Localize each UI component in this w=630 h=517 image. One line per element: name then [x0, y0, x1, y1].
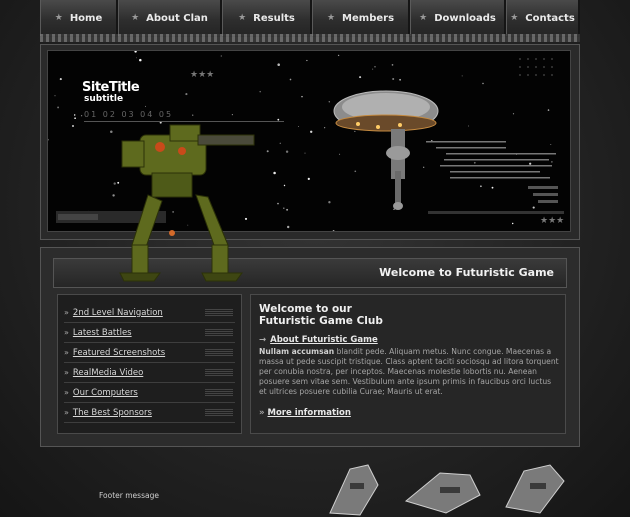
sidebar-item-link[interactable]: RealMedia Video	[73, 368, 143, 378]
content-heading-line1: Welcome to our	[259, 303, 352, 315]
decorative-lines	[205, 309, 233, 316]
star-icon: ★	[54, 13, 63, 23]
more-information-label: More information	[267, 408, 351, 418]
more-information-link[interactable]: » More information	[259, 408, 351, 418]
secondary-nav-panel: » 2nd Level Navigation » Latest Battles » Fea…	[57, 294, 242, 434]
spaceships-image	[329, 464, 565, 516]
nav-item-about-clan[interactable]: ★ About Clan	[118, 0, 222, 36]
sidebar-item-our-computers[interactable]: » Our Computers	[64, 383, 235, 403]
nav-item-home[interactable]: ★ Home	[40, 0, 118, 36]
content-heading-line2: Futuristic Game Club	[259, 315, 383, 327]
mech-robot-image	[119, 124, 255, 282]
decorative-lines	[205, 389, 233, 396]
page: ★ Home ★ About Clan ★ Results ★ Members ★ Downloa…	[0, 0, 630, 517]
sidebar-item-link[interactable]: Featured Screenshots	[73, 348, 165, 358]
content-body: Nullam accumsan blandit pede. Aliquam me…	[259, 347, 561, 397]
sidebar-item-featured-screenshots[interactable]: » Featured Screenshots	[64, 343, 235, 363]
site-title[interactable]: SiteTitle	[82, 80, 140, 95]
nav-item-label: Results	[253, 12, 295, 24]
about-game-link[interactable]: → About Futuristic Game	[259, 335, 378, 345]
site-subtitle: subtitle	[84, 94, 124, 104]
about-game-link-label: About Futuristic Game	[270, 335, 378, 345]
double-chevron-icon: »	[64, 328, 69, 337]
nav-decor-strip	[40, 34, 580, 42]
star-icon: ★	[326, 13, 336, 23]
nav-item-label: Members	[342, 12, 395, 24]
decorative-lines	[205, 409, 233, 416]
double-chevron-icon: »	[64, 408, 69, 417]
welcome-title: Welcome to Futuristic Game	[379, 266, 554, 279]
nav-item-contacts[interactable]: ★ Contacts	[506, 0, 580, 36]
star-icon: ★	[510, 13, 519, 23]
nav-item-results[interactable]: ★ Results	[222, 0, 312, 36]
decorative-lines	[205, 369, 233, 376]
double-chevron-icon: »	[64, 388, 69, 397]
sidebar-item-realmedia-video[interactable]: » RealMedia Video	[64, 363, 235, 383]
star-icon: ★	[419, 13, 428, 23]
footer-message: Footer message	[99, 491, 159, 500]
sidebar-item-link[interactable]: The Best Sponsors	[73, 408, 152, 418]
nav-item-members[interactable]: ★ Members	[312, 0, 410, 36]
star-icon: ★	[131, 13, 140, 23]
sidebar-item-link[interactable]: Our Computers	[73, 388, 138, 398]
sidebar-item-link[interactable]: 2nd Level Navigation	[73, 308, 163, 318]
sidebar-item-latest-battles[interactable]: » Latest Battles	[64, 323, 235, 343]
nav-item-downloads[interactable]: ★ Downloads	[410, 0, 506, 36]
content-panel: Welcome to our Futuristic Game Club → Abo…	[250, 294, 566, 434]
double-chevron-icon: »	[64, 308, 69, 317]
arrow-icon: →	[259, 335, 267, 345]
nav-item-label: Contacts	[525, 12, 575, 24]
nav-item-label: Downloads	[434, 12, 496, 24]
decorative-lines	[205, 329, 233, 336]
sidebar-item-link[interactable]: Latest Battles	[73, 328, 132, 338]
decorative-lines	[205, 349, 233, 356]
stars-decoration: ★★★	[190, 70, 215, 80]
double-chevron-icon: »	[64, 368, 69, 377]
star-icon: ★	[238, 13, 247, 23]
sidebar-item-2nd-level-navigation[interactable]: » 2nd Level Navigation	[64, 303, 235, 323]
content-lead: Nullam accumsan	[259, 347, 335, 356]
content-heading: Welcome to our Futuristic Game Club	[259, 303, 559, 327]
nav-item-label: Home	[69, 12, 103, 24]
double-chevron-icon: »	[259, 408, 265, 418]
sidebar-item-the-best-sponsors[interactable]: » The Best Sponsors	[64, 403, 235, 423]
double-chevron-icon: »	[64, 348, 69, 357]
main-nav: ★ Home ★ About Clan ★ Results ★ Members ★ Downloa…	[40, 0, 580, 37]
stars-decoration: ★★★	[540, 216, 565, 226]
nav-item-label: About Clan	[146, 12, 208, 24]
